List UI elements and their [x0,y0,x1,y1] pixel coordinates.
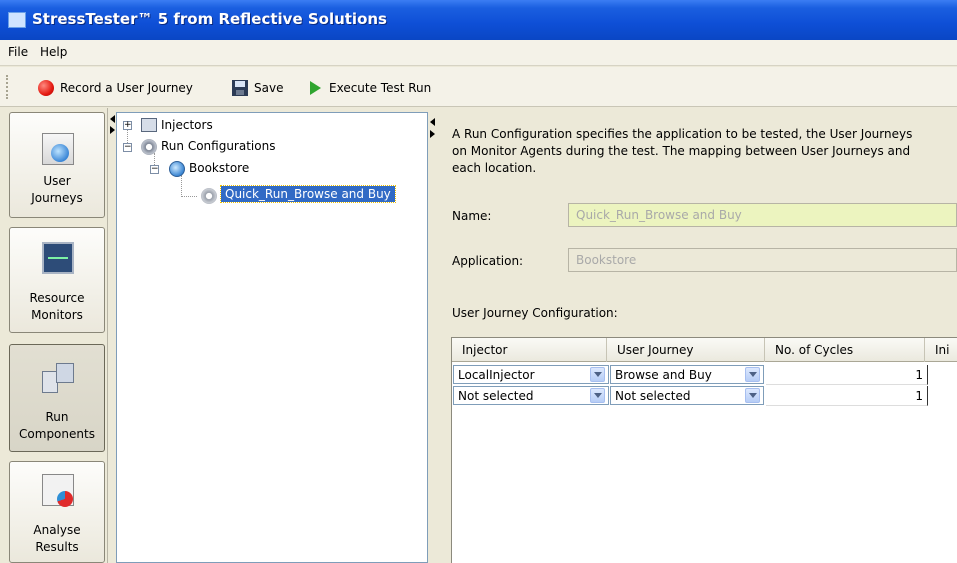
nav-analyse-results-line1: Analyse [33,523,81,537]
name-field[interactable]: Quick_Run_Browse and Buy [568,203,957,227]
nav-analyse-results[interactable]: Analyse Results [9,461,105,563]
dropdown-arrow-icon[interactable] [590,367,605,382]
tree-connector [181,196,197,197]
record-icon [38,80,54,96]
dropdown-arrow-icon[interactable] [745,388,760,403]
resource-monitor-icon [42,242,74,274]
injectors-icon [141,118,157,132]
record-label: Record a User Journey [60,81,193,95]
injector-select[interactable]: LocalInjector [453,365,609,384]
splitter-collapse-arrow[interactable] [430,118,435,126]
splitter-expand-arrow[interactable] [430,130,435,138]
nav-analyse-results-line2: Results [35,540,79,554]
tree-connector [181,175,182,197]
description-line-3: each location. [452,161,537,175]
user-journey-value: Not selected [615,389,691,403]
user-journey-select[interactable]: Not selected [610,386,764,405]
app-icon [8,12,26,28]
panel-splitter[interactable] [430,108,440,563]
bookstore-expander[interactable]: − [150,165,159,174]
nav-resource-monitors-line1: Resource [29,291,85,305]
nav-run-components[interactable]: Run Components [9,344,105,452]
tree-node-quick-run[interactable]: Quick_Run_Browse and Buy [220,185,396,203]
injectors-expander[interactable]: + [123,121,132,130]
table-row: LocalInjector Browse and Buy 1 [452,365,957,385]
run-configurations-expander[interactable]: − [123,143,132,152]
user-journeys-icon [42,133,74,165]
dropdown-arrow-icon[interactable] [590,388,605,403]
table-row: Not selected Not selected 1 [452,386,957,406]
user-journey-select[interactable]: Browse and Buy [610,365,764,384]
bookstore-icon [169,161,185,177]
toolbar-grip[interactable] [6,75,9,99]
description-line-2: on Monitor Agents during the test. The m… [452,144,911,158]
application-label: Application: [452,254,524,268]
menu-help[interactable]: Help [40,45,67,59]
save-button[interactable]: Save [232,78,283,98]
tree-node-bookstore[interactable]: Bookstore [189,161,249,175]
injector-value: Not selected [458,389,534,403]
execute-test-run-button[interactable]: Execute Test Run [310,78,431,98]
column-header-initial[interactable]: Ini [925,338,957,362]
tree-node-injectors[interactable]: Injectors [161,118,213,132]
dropdown-arrow-icon[interactable] [745,367,760,382]
column-header-cycles[interactable]: No. of Cycles [765,338,925,362]
column-header-user-journey[interactable]: User Journey [607,338,765,362]
save-label: Save [254,81,284,95]
tree-node-run-configurations[interactable]: Run Configurations [161,139,275,153]
nav-user-journeys-line1: User [43,174,71,188]
description-line-1: A Run Configuration specifies the applic… [452,127,913,141]
play-icon [310,81,321,95]
run-configurations-icon [141,139,157,155]
user-journey-configuration-table: Injector User Journey No. of Cycles Ini … [451,337,957,563]
run-components-icon [42,361,74,393]
cycles-cell[interactable]: 1 [766,365,928,385]
execute-label: Execute Test Run [329,81,432,95]
save-icon [232,80,248,96]
nav-resource-monitors-line2: Monitors [31,308,83,322]
collapse-left-arrow[interactable] [110,115,115,123]
table-header: Injector User Journey No. of Cycles Ini [452,338,957,362]
run-config-gear-icon [201,188,217,204]
record-user-journey-button[interactable]: Record a User Journey [38,78,193,98]
navigation-tree: + Injectors − Run Configurations − Books… [116,112,428,563]
user-journey-configuration-label: User Journey Configuration: [452,306,618,320]
left-navigation: User Journeys Resource Monitors Run Comp… [0,108,108,563]
application-field[interactable]: Bookstore [568,248,957,272]
menu-file[interactable]: File [8,45,28,59]
toolbar: Record a User Journey Save Execute Test … [0,67,957,107]
menu-bar: File Help [0,40,957,66]
window-title: StressTester™ 5 from Reflective Solution… [32,10,387,28]
analyse-results-icon [42,474,74,507]
nav-resource-monitors[interactable]: Resource Monitors [9,227,105,333]
name-label: Name: [452,209,492,223]
nav-user-journeys[interactable]: User Journeys [9,112,105,218]
user-journey-value: Browse and Buy [615,368,712,382]
expand-right-arrow[interactable] [110,126,115,134]
nav-run-components-line2: Components [19,427,95,441]
injector-value: LocalInjector [458,368,535,382]
column-header-injector[interactable]: Injector [452,338,607,362]
description-text: A Run Configuration specifies the applic… [452,126,912,177]
title-bar: StressTester™ 5 from Reflective Solution… [0,0,957,40]
cycles-cell[interactable]: 1 [766,386,928,406]
nav-user-journeys-line2: Journeys [31,191,83,205]
nav-run-components-line1: Run [45,410,69,424]
injector-select[interactable]: Not selected [453,386,609,405]
